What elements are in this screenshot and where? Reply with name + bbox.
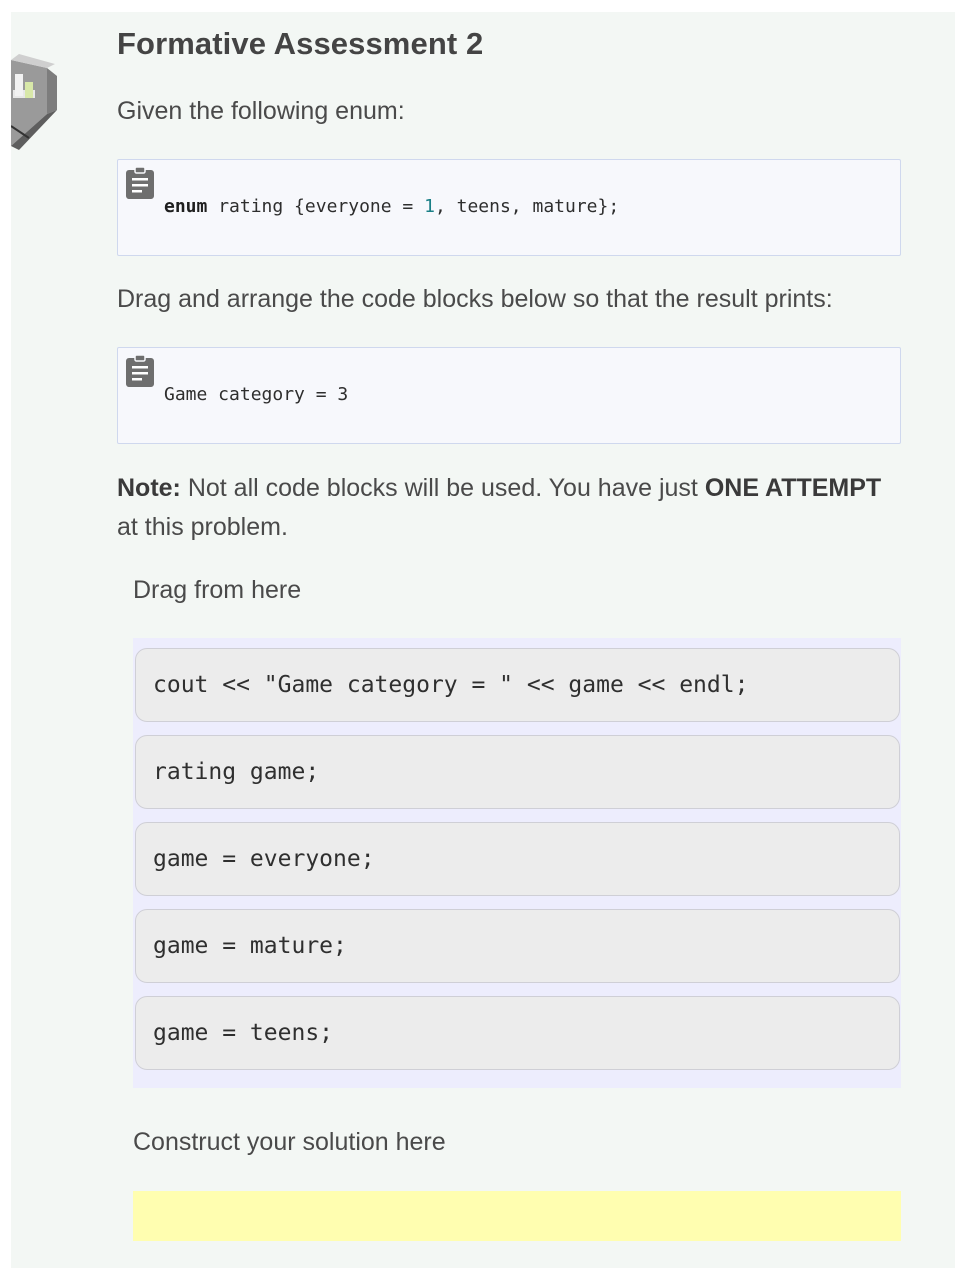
isometric-cube-icon (11, 54, 57, 150)
clipboard-icon[interactable] (125, 354, 155, 388)
code-segment: , teens, mature}; (434, 196, 620, 217)
code-block[interactable]: game = mature; (135, 909, 900, 983)
note-label: Note: (117, 474, 181, 502)
code-block[interactable]: rating game; (135, 735, 900, 809)
note-body-end: at this problem. (117, 513, 288, 541)
code-block[interactable]: game = teens; (135, 996, 900, 1070)
drag-source-area[interactable]: cout << "Game category = " << game << en… (133, 638, 901, 1088)
code-block[interactable]: game = everyone; (135, 822, 900, 896)
enum-code-box: enum rating {everyone = 1, teens, mature… (117, 159, 901, 256)
code-block[interactable]: cout << "Game category = " << game << en… (135, 648, 900, 722)
code-keyword: enum (164, 196, 208, 217)
clipboard-icon[interactable] (125, 166, 155, 200)
instruction-text: Drag and arrange the code blocks below s… (117, 285, 833, 313)
note-emphasis: ONE ATTEMPT (704, 474, 882, 502)
enum-code: enum rating {everyone = 1, teens, mature… (164, 196, 619, 217)
drag-label: Drag from here (133, 576, 302, 604)
solution-drop-area[interactable] (133, 1191, 901, 1241)
solution-label: Construct your solution here (133, 1128, 446, 1156)
code-number: 1 (424, 196, 435, 217)
intro-text: Given the following enum: (117, 97, 405, 125)
output-code-box: Game category = 3 (117, 347, 901, 444)
output-code: Game category = 3 (164, 384, 349, 405)
note-body: Not all code blocks will be used. You ha… (180, 474, 705, 502)
note-text: Note: Not all code blocks will be used. … (117, 469, 901, 547)
code-segment: rating {everyone = (207, 196, 425, 217)
page-title: Formative Assessment 2 (117, 26, 484, 61)
assessment-page: Formative Assessment 2 Given the followi… (11, 12, 955, 1268)
